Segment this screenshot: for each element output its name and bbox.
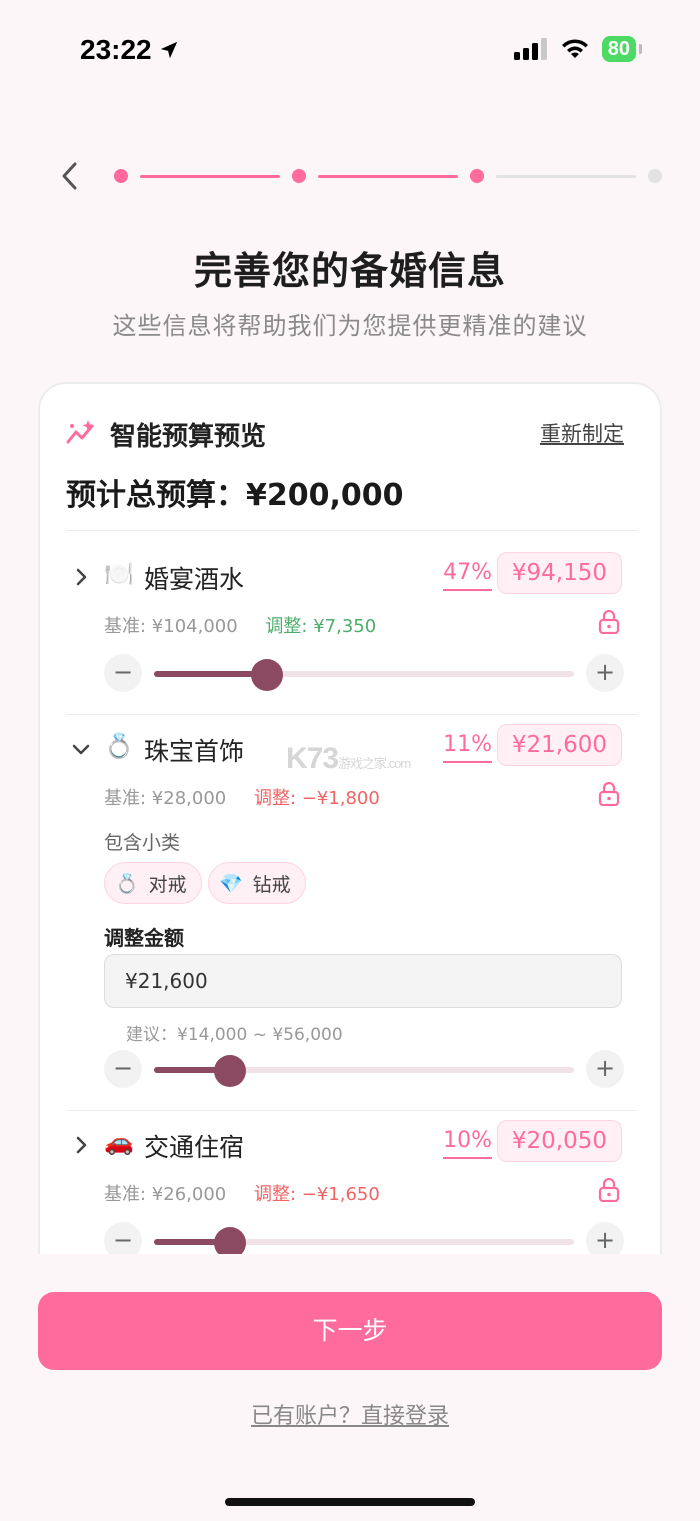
slider-track[interactable]: [154, 1055, 574, 1087]
back-button[interactable]: [52, 158, 88, 194]
chevron-left-icon: [62, 162, 77, 190]
step-dot-2: [292, 169, 306, 183]
slider-track[interactable]: [154, 659, 574, 691]
adjust-amount-label: 调整金额: [104, 926, 184, 950]
item-name: 珠宝首饰: [144, 737, 245, 766]
slider-fill: [154, 671, 268, 677]
item-amount[interactable]: ¥21,600: [496, 724, 622, 766]
item-base: 基准: ¥26,000: [104, 1184, 227, 1205]
item-percent[interactable]: 47%: [443, 560, 492, 591]
chevron-down-icon[interactable]: [70, 738, 92, 760]
budget-slider: − +: [104, 1050, 624, 1090]
status-bar: 23:22 80: [0, 0, 700, 100]
dining-icon: 🍽️: [104, 560, 134, 588]
step-dot-4: [648, 169, 662, 183]
unlock-icon[interactable]: [598, 782, 620, 806]
battery-indicator: 80: [601, 36, 643, 62]
diamond-icon: 💎: [219, 872, 243, 895]
ring-icon: 💍: [104, 732, 134, 760]
item-meta: 基准: ¥26,000 调整: −¥1,650: [104, 1180, 380, 1206]
divider: [66, 714, 638, 715]
nav-row: [0, 150, 700, 200]
budget-item-jewelry: 💍 珠宝首饰 11% ¥21,600 基准: ¥28,000 调整: −¥1,8…: [66, 724, 638, 1090]
location-arrow-icon: [160, 41, 177, 59]
item-adjust: 调整: ¥7,350: [265, 616, 377, 637]
decrease-button[interactable]: −: [104, 1222, 142, 1254]
item-name: 交通住宿: [144, 1133, 245, 1162]
increase-button[interactable]: +: [586, 1050, 624, 1088]
item-meta: 基准: ¥104,000 调整: ¥7,350: [104, 612, 376, 638]
trend-sparkle-icon: [66, 420, 94, 444]
page-title: 完善您的备婚信息: [193, 249, 506, 293]
battery-level: 80: [607, 38, 630, 60]
item-meta: 基准: ¥28,000 调整: −¥1,800: [104, 784, 380, 810]
chip-label: 对戒: [148, 873, 187, 896]
item-percent[interactable]: 10%: [443, 1128, 492, 1159]
increase-button[interactable]: +: [586, 1222, 624, 1254]
home-indicator: [225, 1498, 475, 1506]
budget-item-transport: 🚗 交通住宿 10% ¥20,050 基准: ¥26,000 调整: −¥1,6…: [66, 1120, 638, 1254]
chevron-right-icon[interactable]: [70, 1134, 92, 1156]
item-base: 基准: ¥104,000: [104, 616, 238, 637]
increase-button[interactable]: +: [586, 654, 624, 692]
budget-slider: − +: [104, 654, 624, 694]
adjust-amount-input[interactable]: ¥21,600: [104, 954, 622, 1008]
card-title: 智能预算预览: [110, 422, 267, 452]
step-dot-3: [470, 169, 484, 183]
unlock-icon[interactable]: [598, 610, 620, 634]
time-text: 23:22: [80, 34, 152, 65]
cellular-signal-icon: [513, 38, 547, 60]
subcategory-chip-diamond-ring[interactable]: 💎 钻戒: [208, 862, 306, 904]
page-subtitle: 这些信息将帮助我们为您提供更精准的建议: [112, 312, 588, 340]
item-amount[interactable]: ¥20,050: [496, 1120, 622, 1162]
slider-track[interactable]: [154, 1227, 574, 1254]
step-dot-1: [114, 169, 128, 183]
step-segment-2: [318, 174, 458, 178]
item-base: 基准: ¥28,000: [104, 788, 227, 809]
slider-thumb[interactable]: [213, 1055, 246, 1087]
ring-icon: 💍: [115, 872, 139, 895]
total-budget: 预计总预算：¥200,000: [66, 478, 404, 513]
divider: [66, 530, 638, 531]
budget-item-banquet: 🍽️ 婚宴酒水 47% ¥94,150 基准: ¥104,000 调整: ¥7,…: [66, 552, 638, 696]
car-icon: 🚗: [104, 1128, 134, 1156]
subcategory-label: 包含小类: [104, 832, 181, 854]
item-adjust: 调整: −¥1,650: [253, 1184, 380, 1205]
subcategory-chip-couple-rings[interactable]: 💍 对戒: [104, 862, 202, 904]
step-segment-1: [140, 174, 280, 178]
login-link[interactable]: 已有账户？直接登录: [0, 1398, 700, 1430]
next-step-button[interactable]: 下一步: [38, 1292, 662, 1370]
slider-thumb[interactable]: [251, 659, 284, 691]
divider: [66, 1110, 638, 1111]
suggestion-range: 建议：¥14,000 ~ ¥56,000: [126, 1025, 343, 1045]
step-segment-3: [496, 174, 636, 178]
card-header: 智能预算预览 重新制定: [66, 414, 638, 454]
status-time: 23:22: [80, 34, 180, 66]
chip-label: 钻戒: [252, 873, 291, 896]
slider-thumb[interactable]: [213, 1227, 246, 1254]
login-link-text[interactable]: 已有账户？直接登录: [251, 1404, 449, 1429]
decrease-button[interactable]: −: [104, 1050, 142, 1088]
watermark-logo: K73游戏之家.com: [286, 742, 411, 775]
unlock-icon[interactable]: [598, 1178, 620, 1202]
step-progress: [114, 169, 664, 183]
decrease-button[interactable]: −: [104, 654, 142, 692]
item-adjust: 调整: −¥1,800: [253, 788, 380, 809]
budget-slider: − +: [104, 1222, 624, 1254]
item-percent[interactable]: 11%: [443, 732, 492, 763]
item-name: 婚宴酒水: [144, 565, 245, 594]
status-indicators: 80: [513, 36, 643, 62]
item-amount[interactable]: ¥94,150: [496, 552, 622, 594]
chevron-right-icon[interactable]: [70, 566, 92, 588]
redo-budget-link[interactable]: 重新制定: [540, 418, 624, 448]
wifi-icon: [561, 39, 588, 58]
budget-preview-card: 智能预算预览 重新制定 预计总预算：¥200,000 🍽️ 婚宴酒水 47% ¥…: [38, 382, 662, 1254]
